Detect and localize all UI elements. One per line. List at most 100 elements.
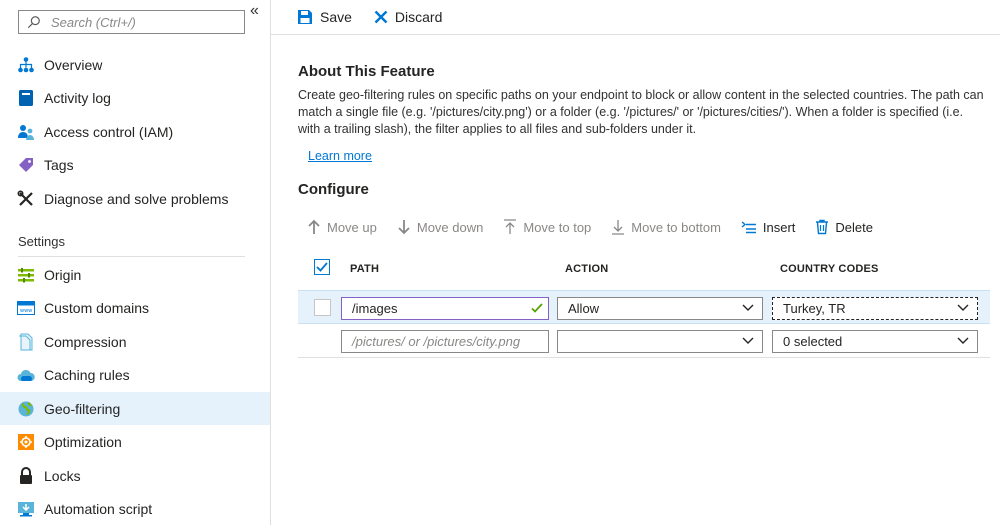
nav-item-tags[interactable]: Tags <box>0 148 270 181</box>
move-to-bottom-button[interactable]: Move to bottom <box>611 219 721 235</box>
about-title: About This Feature <box>298 63 435 80</box>
arrow-down-icon <box>398 220 410 235</box>
nav-label: Caching rules <box>44 366 130 383</box>
grid-header: PATH ACTION COUNTRY CODES <box>298 255 990 283</box>
nav-label: Overview <box>44 56 103 73</box>
nav-item-custom-domains[interactable]: www Custom domains <box>0 291 270 324</box>
chevron-down-icon <box>742 337 754 344</box>
chevron-down-icon <box>957 304 969 311</box>
move-to-top-label: Move to top <box>523 219 592 235</box>
tag-icon <box>17 156 35 174</box>
country-value: Turkey, TR <box>783 301 846 316</box>
settings-divider <box>18 256 245 257</box>
table-row: /pictures/ or /pictures/city.png 0 selec… <box>298 324 990 358</box>
move-to-top-icon <box>504 219 517 234</box>
discard-icon <box>374 10 388 24</box>
nav-item-locks[interactable]: Locks <box>0 459 270 492</box>
move-up-label: Move up <box>327 219 377 235</box>
action-dropdown[interactable] <box>557 330 763 353</box>
grid-actions: Move up Move down Move to top Move to bo… <box>307 219 893 235</box>
compression-icon <box>17 333 35 351</box>
discard-button[interactable]: Discard <box>374 9 442 25</box>
nav-item-compression[interactable]: Compression <box>0 325 270 358</box>
country-codes-dropdown[interactable]: 0 selected <box>772 330 978 353</box>
delete-label: Delete <box>835 219 873 235</box>
move-down-label: Move down <box>416 219 484 235</box>
delete-button[interactable]: Delete <box>815 219 873 235</box>
nav-item-diagnose[interactable]: Diagnose and solve problems <box>0 182 270 215</box>
nav-label: Geo-filtering <box>44 400 121 417</box>
nav-item-geo-filtering[interactable]: Geo-filtering <box>0 392 270 425</box>
path-value: /images <box>352 301 398 316</box>
path-placeholder: /pictures/ or /pictures/city.png <box>352 334 521 349</box>
nav-label: Custom domains <box>44 299 150 316</box>
settings-heading: Settings <box>18 234 65 249</box>
nav-item-activity-log[interactable]: Activity log <box>0 81 270 114</box>
overview-icon <box>17 56 35 74</box>
nav-label: Activity log <box>44 89 111 106</box>
nav-label: Optimization <box>44 433 122 450</box>
caching-icon <box>17 366 35 384</box>
command-bar: Save Discard <box>271 0 1000 35</box>
country-codes-dropdown[interactable]: Turkey, TR <box>772 297 978 320</box>
wrench-icon <box>17 189 35 208</box>
action-value: Allow <box>568 301 600 316</box>
move-to-top-button[interactable]: Move to top <box>503 219 591 235</box>
about-description: Create geo-filtering rules on specific p… <box>298 88 984 136</box>
iam-icon <box>17 123 35 141</box>
optimization-icon <box>17 433 35 451</box>
column-header-country-codes: COUNTRY CODES <box>780 263 879 275</box>
automation-icon <box>17 500 35 518</box>
action-dropdown[interactable]: Allow <box>557 297 763 320</box>
save-label: Save <box>320 9 352 25</box>
nav-label: Tags <box>44 156 74 173</box>
origin-icon <box>17 266 35 284</box>
row-checkbox[interactable] <box>314 299 331 316</box>
nav-label: Compression <box>44 333 127 350</box>
nav-item-overview[interactable]: Overview <box>0 48 270 81</box>
chevron-down-icon <box>957 337 969 344</box>
move-to-bottom-icon <box>612 220 625 235</box>
search-icon <box>27 16 40 29</box>
svg-text:www: www <box>20 308 32 314</box>
activity-log-icon <box>17 89 35 107</box>
valid-check-icon <box>531 303 543 313</box>
move-to-bottom-label: Move to bottom <box>631 219 721 235</box>
table-row: /images Allow Turkey, TR <box>298 290 990 324</box>
nav-item-access-control[interactable]: Access control (IAM) <box>0 115 270 148</box>
configure-title: Configure <box>298 181 369 198</box>
select-all-checkbox[interactable] <box>314 259 330 275</box>
search-placeholder: Search (Ctrl+/) <box>51 14 136 30</box>
nav-item-origin[interactable]: Origin <box>0 258 270 291</box>
nav-label: Automation script <box>44 500 153 517</box>
save-button[interactable]: Save <box>297 9 352 25</box>
nav-label: Origin <box>44 266 82 283</box>
globe-icon <box>17 400 35 418</box>
learn-more-link[interactable]: Learn more <box>308 149 372 163</box>
insert-button[interactable]: Insert <box>741 219 796 235</box>
custom-domains-icon: www <box>17 299 35 317</box>
nav-item-automation-script[interactable]: Automation script <box>0 492 270 525</box>
lock-icon <box>17 466 35 485</box>
country-value: 0 selected <box>783 334 843 349</box>
search-box[interactable]: Search (Ctrl+/) <box>18 10 245 34</box>
trash-icon <box>816 219 829 235</box>
insert-label: Insert <box>762 219 796 235</box>
nav-item-optimization[interactable]: Optimization <box>0 425 270 458</box>
move-down-button[interactable]: Move down <box>397 219 483 235</box>
nav-label: Access control (IAM) <box>44 123 174 140</box>
nav-label: Diagnose and solve problems <box>44 190 229 207</box>
move-up-button[interactable]: Move up <box>307 219 377 235</box>
insert-icon <box>741 221 756 234</box>
checkmark-icon <box>316 262 328 272</box>
nav-item-caching-rules[interactable]: Caching rules <box>0 358 270 391</box>
arrow-up-icon <box>308 219 320 234</box>
path-input[interactable]: /pictures/ or /pictures/city.png <box>341 330 549 353</box>
column-header-path: PATH <box>350 263 380 275</box>
chevron-down-icon <box>742 304 754 311</box>
sidebar: Search (Ctrl+/) « Overview Activity log … <box>0 0 271 525</box>
collapse-sidebar-button[interactable]: « <box>250 2 259 20</box>
save-icon <box>298 10 312 24</box>
path-input[interactable]: /images <box>341 297 549 320</box>
column-header-action: ACTION <box>565 263 609 275</box>
